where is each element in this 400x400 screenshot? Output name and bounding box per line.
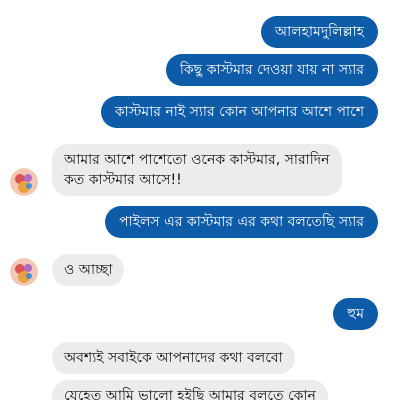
message-text: হুম bbox=[347, 306, 364, 322]
message-text: কত কাস্টমার আসে!! bbox=[64, 172, 182, 188]
message-outgoing[interactable]: কাস্টমার নাই স্যার কোন আপনার আশে পাশে bbox=[100, 96, 378, 128]
message-text: আমার আশে পাশেতো ওনেক কাস্টমার, সারাদিন bbox=[64, 152, 330, 168]
contact-avatar-icon bbox=[10, 258, 38, 286]
message-text: পাইলস এর কাস্টমার এর কথা বলতেছি স্যার bbox=[119, 214, 364, 230]
message-incoming[interactable]: অবশ্যই সবাইকে আপনাদের কথা বলবো bbox=[52, 342, 295, 374]
message-outgoing[interactable]: কিছু কাস্টমার দেওয়া যায় না স্যার bbox=[165, 54, 378, 86]
message-text: অবশ্যই সবাইকে আপনাদের কথা বলবো bbox=[64, 350, 283, 366]
message-text: কিছু কাস্টমার দেওয়া যায় না স্যার bbox=[179, 62, 364, 78]
message-outgoing[interactable]: হুম bbox=[333, 298, 378, 330]
message-text: কাস্টমার নাই স্যার কোন আপনার আশে পাশে bbox=[114, 104, 364, 120]
message-incoming[interactable]: ও আচ্ছা bbox=[52, 254, 125, 286]
message-text: আলহামদুলিল্লাহ bbox=[274, 24, 364, 40]
message-text: যেহেতু আমি ভালো হইছি আমার বলতে কোন bbox=[64, 388, 316, 400]
message-outgoing[interactable]: আলহামদুলিল্লাহ bbox=[260, 16, 378, 48]
message-incoming[interactable]: যেহেতু আমি ভালো হইছি আমার বলতে কোন bbox=[52, 380, 328, 400]
contact-avatar-icon bbox=[10, 168, 38, 196]
message-text: ও আচ্ছা bbox=[64, 262, 113, 278]
chat-thread[interactable]: আলহামদুলিল্লাহ কিছু কাস্টমার দেওয়া যায়… bbox=[0, 0, 400, 400]
message-outgoing[interactable]: পাইলস এর কাস্টমার এর কথা বলতেছি স্যার bbox=[105, 206, 378, 238]
contact-avatar-icon[interactable] bbox=[10, 258, 38, 286]
message-incoming[interactable]: আমার আশে পাশেতো ওনেক কাস্টমার, সারাদিন ক… bbox=[52, 144, 342, 196]
contact-avatar-icon[interactable] bbox=[10, 168, 38, 196]
